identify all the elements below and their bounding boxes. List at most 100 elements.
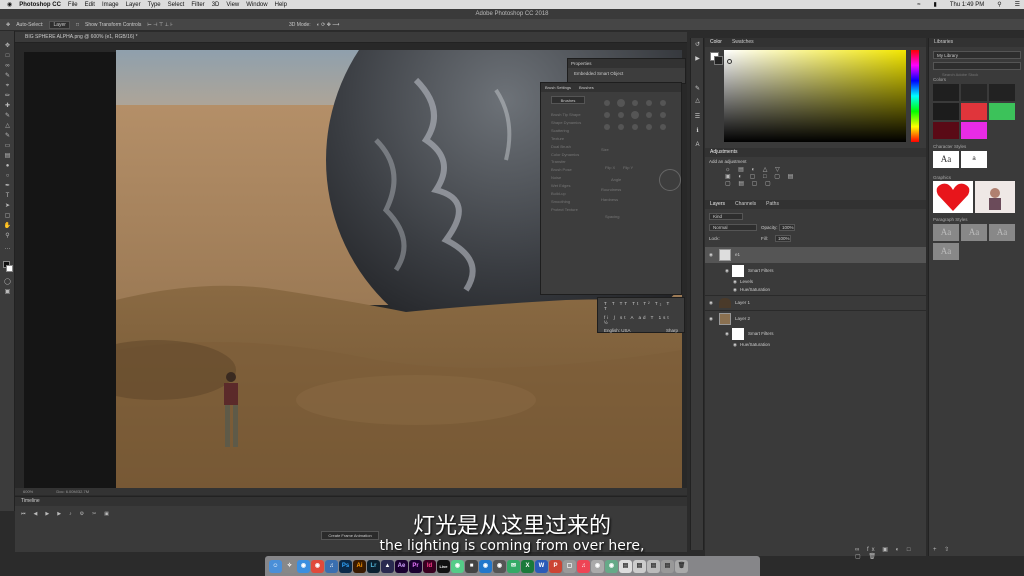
document-icon[interactable]: ▤ (619, 559, 632, 573)
finder-icon[interactable]: ☺ (269, 559, 282, 573)
tab-swatches[interactable]: Swatches (732, 38, 754, 47)
char-style-a[interactable]: a (961, 151, 987, 168)
menu-image[interactable]: Image (102, 2, 119, 8)
brush-tool-icon[interactable]: ✎ (3, 113, 12, 120)
brush-option[interactable]: Protect Texture (551, 206, 581, 214)
doc-size[interactable]: Doc: 6.00M/32.7M (56, 489, 89, 494)
zoom-tool-icon[interactable]: ⚲ (3, 233, 12, 240)
library-color-swatch[interactable] (933, 122, 959, 139)
filter-row-hue[interactable]: ◉ Hue/Saturation (705, 286, 926, 294)
live-icon[interactable]: Live (437, 559, 450, 573)
filter-row-levels[interactable]: ◉ Levels (705, 278, 926, 286)
character-icon[interactable]: A (693, 142, 702, 149)
graphic-person-thumbnail[interactable] (975, 181, 1015, 213)
properties-icon[interactable]: ☰ (693, 114, 702, 121)
clock[interactable]: Thu 1:49 PM (950, 2, 984, 8)
search-icon[interactable]: ⚲ (997, 1, 1001, 8)
tab-brush-settings[interactable]: Brush Settings (545, 83, 571, 92)
brush-option[interactable]: Smoothing (551, 198, 581, 206)
history-icon[interactable]: ↺ (693, 42, 702, 49)
screen-mode-icon[interactable]: ▣ (3, 289, 12, 296)
menu-3d[interactable]: 3D (212, 2, 220, 8)
fill-field[interactable]: 100% (775, 235, 791, 242)
actions-icon[interactable]: ▶ (693, 56, 702, 63)
menu-type[interactable]: Type (148, 2, 161, 8)
trash-icon[interactable]: 🗑 (675, 559, 688, 573)
brush-option[interactable]: Texture (551, 135, 581, 143)
library-color-swatch[interactable] (933, 84, 959, 101)
library-color-swatch[interactable] (933, 103, 959, 120)
transform-checkbox[interactable]: □ (76, 22, 79, 28)
app-icon[interactable]: ■ (465, 559, 478, 573)
brush-option[interactable]: Color Dynamics (551, 151, 581, 159)
excel-icon[interactable]: X (521, 559, 534, 573)
visibility-eye-icon[interactable]: ◉ (709, 252, 713, 258)
blend-mode-dropdown[interactable]: Normal (709, 224, 757, 231)
brushes-button[interactable]: Brushes (551, 96, 585, 104)
smart-filters-row[interactable]: ◉ Smart Filters (705, 265, 926, 277)
app-icon[interactable]: ◉ (591, 559, 604, 573)
app-icon[interactable]: ◉ (605, 559, 618, 573)
lightroom-icon[interactable]: Lr (367, 559, 380, 573)
move-tool-icon[interactable]: ✥ (3, 43, 12, 50)
document-tab[interactable]: BIG SPHERE ALPHA.png @ 600% (e1, RGB/16)… (15, 32, 687, 43)
background-color[interactable] (6, 265, 13, 272)
brush-option[interactable]: Scattering (551, 127, 581, 135)
library-color-swatch[interactable] (961, 103, 987, 120)
adjustment-icons[interactable]: ☼ ▤ ◐ △ ▽ ▣ ◐ ▢ □ ▢ ▤ ▢ ▤ ▢ ▢ (725, 166, 796, 187)
clone-source-icon[interactable]: △ (693, 98, 702, 105)
launchpad-icon[interactable]: ✧ (283, 559, 296, 573)
library-color-swatch[interactable] (961, 122, 987, 139)
lasso-tool-icon[interactable]: ∞ (3, 63, 12, 70)
visibility-eye-icon[interactable]: ◉ (709, 300, 713, 306)
filter-row-hue-2[interactable]: ◉ Hue/Saturation (705, 341, 926, 349)
quick-select-tool-icon[interactable]: ✎ (3, 73, 12, 80)
library-search-input[interactable] (934, 71, 1020, 78)
eraser-tool-icon[interactable]: ▭ (3, 143, 12, 150)
menu-filter[interactable]: Filter (191, 2, 204, 8)
stamp-tool-icon[interactable]: △ (3, 123, 12, 130)
antialias-dropdown[interactable]: Sharp (666, 328, 678, 333)
pen-tool-icon[interactable]: ✒ (3, 183, 12, 190)
brush-option[interactable]: Transfer (551, 158, 581, 166)
app-icon[interactable]: ◉ (493, 559, 506, 573)
type-tool-icon[interactable]: T (3, 193, 12, 200)
brush-option[interactable]: Brush Pose (551, 166, 581, 174)
para-style[interactable]: Aa (989, 224, 1015, 241)
brush-option[interactable]: Wet Edges (551, 182, 581, 190)
menu-layer[interactable]: Layer (126, 2, 141, 8)
document-icon[interactable]: ▤ (647, 559, 660, 573)
align-icons[interactable]: ⊢ ⊣ ⊤ ⊥ ⊦ (147, 22, 173, 28)
marquee-tool-icon[interactable]: □ (3, 53, 12, 60)
messages-icon[interactable]: ✉ (507, 559, 520, 573)
crop-tool-icon[interactable]: ⌖ (3, 83, 12, 90)
graphic-heart[interactable] (933, 181, 973, 213)
chrome-icon[interactable]: ◉ (311, 559, 324, 573)
path-select-icon[interactable]: ➤ (3, 203, 12, 210)
healing-tool-icon[interactable]: ✚ (3, 103, 12, 110)
brush-option[interactable]: Build-up (551, 190, 581, 198)
more-tools-icon[interactable]: … (3, 245, 12, 252)
apple-icon[interactable]: ◉ (7, 1, 12, 8)
layer-row-layer1[interactable]: ◉ Layer 1 (705, 295, 926, 309)
menu-select[interactable]: Select (168, 2, 185, 8)
visibility-eye-icon[interactable]: ◉ (725, 268, 729, 274)
tab-brushes[interactable]: Brushes (579, 83, 594, 92)
library-color-swatch[interactable] (961, 84, 987, 101)
menu-app[interactable]: Photoshop CC (19, 2, 61, 8)
library-dropdown[interactable]: My Library (933, 51, 1021, 59)
blur-tool-icon[interactable]: ● (3, 163, 12, 170)
powerpoint-icon[interactable]: P (549, 559, 562, 573)
visibility-eye-icon[interactable]: ◉ (733, 287, 737, 293)
illustrator-icon[interactable]: Ai (353, 559, 366, 573)
tab-paths[interactable]: Paths (766, 200, 779, 209)
library-search[interactable] (933, 62, 1021, 78)
brush-tip-grid[interactable] (599, 97, 679, 141)
visibility-eye-icon[interactable]: ◉ (733, 342, 737, 348)
preview-icon[interactable]: ▢ (563, 559, 576, 573)
char-style-aa[interactable]: Aa (933, 151, 959, 168)
brush-option[interactable]: Noise (551, 174, 581, 182)
word-icon[interactable]: W (535, 559, 548, 573)
brush-angle-widget[interactable] (659, 169, 681, 191)
app-icon[interactable]: ◉ (451, 559, 464, 573)
